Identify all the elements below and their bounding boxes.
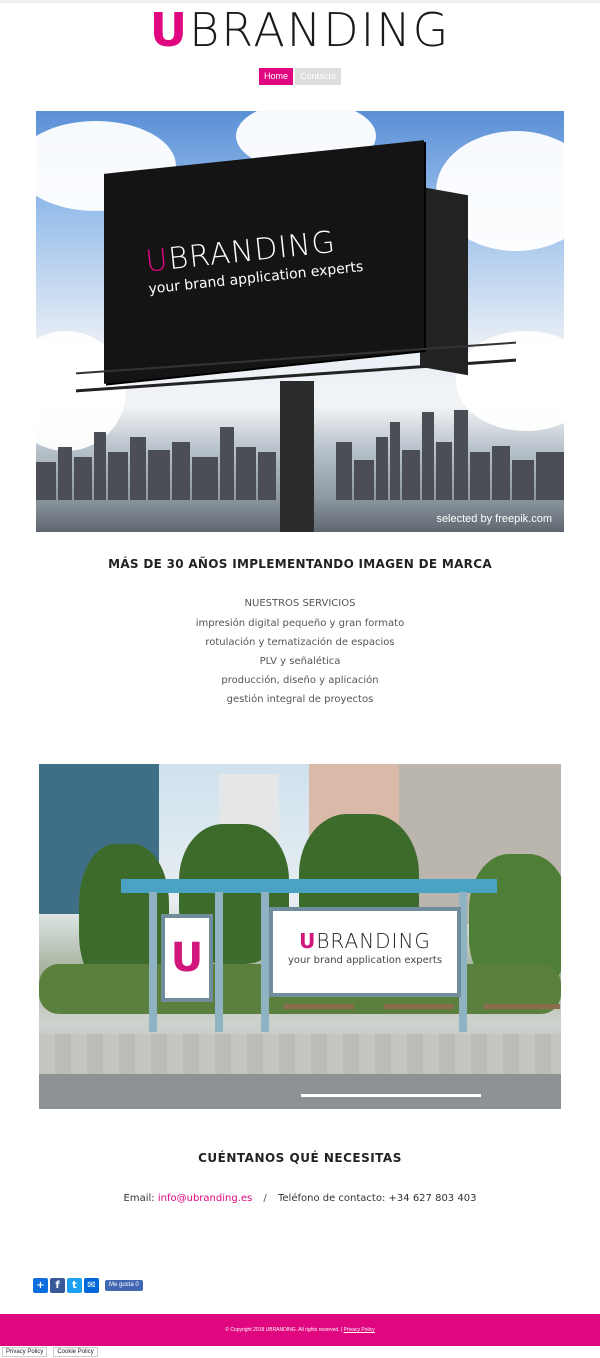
sidewalk: [39, 1034, 561, 1074]
bus-stop-ad-panel: UBRANDING your brand application experts: [269, 907, 461, 997]
bench: [284, 1004, 354, 1009]
bus-stop-image: U UBRANDING your brand application exper…: [39, 764, 561, 1109]
add-icon[interactable]: +: [33, 1278, 48, 1293]
facebook-like-button[interactable]: Me gusta 0: [105, 1280, 143, 1291]
shelter-roof: [121, 879, 497, 893]
service-item: gestión integral de proyectos: [226, 694, 374, 705]
service-item: producción, diseño y aplicación: [221, 675, 379, 686]
site-logo[interactable]: UBRANDING: [0, 6, 600, 54]
hero-billboard-image: UBRANDING your brand application experts…: [36, 111, 564, 532]
ad-tagline: your brand application experts: [287, 955, 443, 966]
phone-label: Teléfono de contacto:: [277, 1193, 386, 1204]
share-bar: + f t ✉ Me gusta 0: [33, 1278, 143, 1293]
footer-privacy-link[interactable]: Privacy Policy: [344, 1327, 375, 1333]
shelter-post: [215, 892, 223, 1032]
email-link[interactable]: info@ubranding.es: [158, 1193, 252, 1204]
contact-separator: /: [263, 1193, 267, 1204]
nav-item-contacto[interactable]: Contacto: [294, 68, 342, 85]
privacy-policy-link[interactable]: Privacy Policy: [2, 1347, 48, 1357]
email-label: Email:: [123, 1193, 155, 1204]
footer-copyright: © Copyright 2018 UBRANDING. All rights r…: [225, 1327, 343, 1333]
logo-initial: U: [149, 3, 190, 57]
policy-links: Privacy Policy Cookie Policy: [2, 1347, 98, 1357]
bench: [384, 1004, 454, 1009]
main-nav: Home Contacto: [0, 68, 600, 85]
service-item: impresión digital pequeño y gran formato: [195, 618, 405, 629]
road: [39, 1074, 561, 1109]
small-panel-letter: U: [170, 935, 204, 981]
ad-brand-rest: BRANDING: [316, 929, 431, 953]
site-footer: © Copyright 2018 UBRANDING. All rights r…: [0, 1314, 600, 1346]
ad-brand-initial: U: [299, 929, 317, 953]
bench: [484, 1004, 560, 1009]
nav-item-home[interactable]: Home: [258, 68, 293, 85]
service-item: rotulación y tematización de espacios: [205, 637, 395, 648]
bus-stop-small-panel: U: [161, 914, 213, 1002]
contact-info: Email: info@ubranding.es / Teléfono de c…: [0, 1193, 600, 1204]
twitter-icon[interactable]: t: [67, 1278, 82, 1293]
shelter-post: [261, 892, 269, 1032]
headline: MÁS DE 30 AÑOS IMPLEMENTANDO IMAGEN DE M…: [108, 557, 492, 571]
cta-heading: CUÉNTANOS QUÉ NECESITAS: [198, 1151, 402, 1165]
ad-brand: UBRANDING: [273, 929, 457, 953]
cookie-policy-link[interactable]: Cookie Policy: [53, 1347, 98, 1357]
facebook-icon[interactable]: f: [50, 1278, 65, 1293]
logo-text: BRANDING: [189, 3, 451, 57]
shelter-post: [149, 892, 157, 1032]
billboard-pole: [280, 381, 314, 532]
image-credit: selected by freepik.com: [436, 513, 552, 525]
services-list: impresión digital pequeño y gran formato…: [0, 617, 600, 712]
road-line: [301, 1094, 481, 1097]
phone-number: +34 627 803 403: [388, 1193, 477, 1204]
services-section: NUESTROS SERVICIOS impresión digital peq…: [0, 598, 600, 712]
service-item: PLV y señalética: [259, 656, 341, 667]
mail-icon[interactable]: ✉: [84, 1278, 99, 1293]
services-title: NUESTROS SERVICIOS: [244, 598, 356, 609]
